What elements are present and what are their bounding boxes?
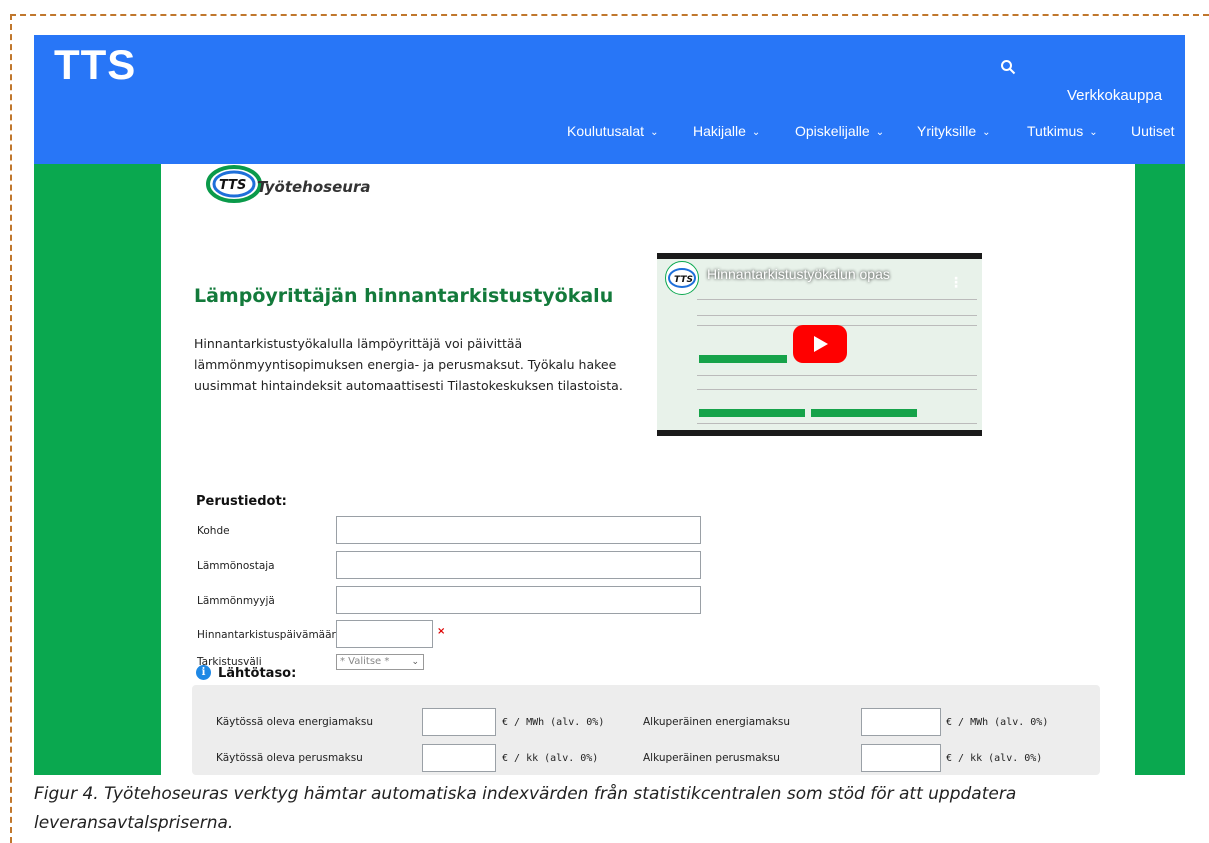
video-title[interactable]: Hinnantarkistustyökalun opas: [707, 266, 890, 282]
unit-label: € / kk (alv. 0%): [502, 753, 599, 764]
nav-label: Opiskelijalle: [795, 123, 870, 139]
nav-item-hakijalle[interactable]: Hakijalle ⌄: [693, 123, 760, 139]
kohde-input[interactable]: [336, 516, 701, 544]
chevron-down-icon: ⌄: [751, 127, 761, 138]
nav-item-opiskelijalle[interactable]: Opiskelijalle ⌄: [795, 123, 884, 139]
video-embed[interactable]: TTS Hinnantarkistustyökalun opas ⋮: [657, 253, 982, 436]
tarkistusvali-select[interactable]: * Valitse * ⌄: [336, 654, 424, 670]
website-screenshot: TTS Verkkokauppa Koulutusalat ⌄ Hakijalle…: [34, 35, 1185, 775]
nav-label: Koulutusalat: [567, 123, 645, 139]
main-nav: Koulutusalat ⌄ Hakijalle ⌄ Opiskelijalle ⌄ …: [34, 123, 1185, 143]
chevron-down-icon: ⌄: [650, 127, 659, 138]
page-content: TTS Työtehoseura Lämpöyrittäjän hinnanta…: [161, 164, 1135, 775]
info-icon[interactable]: i: [196, 665, 211, 680]
chevron-down-icon: ⌄: [875, 127, 885, 138]
chevron-down-icon: ⌄: [411, 657, 419, 667]
unit-label: € / MWh (alv. 0%): [946, 717, 1049, 728]
shop-link[interactable]: Verkkokauppa: [1067, 87, 1162, 104]
current-base-fee-input[interactable]: [422, 744, 496, 772]
unit-label: € / kk (alv. 0%): [946, 753, 1043, 764]
nav-item-uutiset[interactable]: Uutiset: [1131, 123, 1175, 139]
site-logo[interactable]: TTS: [54, 41, 136, 89]
original-energy-fee-input[interactable]: [861, 708, 941, 736]
original-base-fee-input[interactable]: [861, 744, 941, 772]
nav-label: Yrityksille: [917, 123, 977, 139]
unit-label: € / MWh (alv. 0%): [502, 717, 605, 728]
baseline-label: Alkuperäinen energiamaksu: [643, 716, 791, 728]
intro-text: Hinnantarkistustyökalulla lämpöyrittäjä …: [194, 336, 623, 393]
baseline-heading: Lähtötaso:: [218, 666, 297, 681]
select-value: * Valitse *: [340, 656, 390, 667]
baseline-panel: Käytössä oleva energiamaksu € / MWh (alv…: [192, 685, 1100, 775]
basic-info-heading: Perustiedot:: [196, 494, 287, 509]
field-label-date: Hinnantarkistuspäivämäärä: [197, 629, 343, 641]
lammonmyyja-input[interactable]: [336, 586, 701, 614]
chevron-down-icon: ⌄: [982, 127, 991, 138]
required-mark: ×: [437, 626, 446, 637]
figure-caption: Figur 4. Työtehoseuras verktyg hämtar au…: [34, 784, 1017, 833]
more-vert-icon[interactable]: ⋮: [949, 275, 963, 291]
lammonostaja-input[interactable]: [336, 551, 701, 579]
nav-item-koulutusalat[interactable]: Koulutusalat ⌄: [567, 123, 658, 139]
nav-label: Uutiset: [1131, 123, 1175, 139]
field-label-kohde: Kohde: [197, 525, 230, 537]
baseline-label: Käytössä oleva perusmaksu: [216, 752, 363, 764]
channel-logo[interactable]: TTS: [665, 261, 699, 295]
page-title: Lämpöyrittäjän hinnantarkistustyökalu: [194, 285, 614, 307]
date-input[interactable]: [336, 620, 433, 648]
brand-name: Työtehoseura: [257, 178, 371, 196]
field-label-lammonostaja: Lämmönostaja: [197, 560, 275, 572]
field-label-lammonmyyja: Lämmönmyyjä: [197, 595, 275, 607]
search-icon[interactable]: [1000, 59, 1016, 75]
baseline-label: Alkuperäinen perusmaksu: [643, 752, 780, 764]
nav-label: Hakijalle: [693, 123, 746, 139]
nav-item-yrityksille[interactable]: Yrityksille ⌄: [917, 123, 991, 139]
youtube-play-icon[interactable]: [793, 325, 847, 363]
nav-label: Tutkimus: [1027, 123, 1084, 139]
current-energy-fee-input[interactable]: [422, 708, 496, 736]
channel-logo-text: TTS: [674, 275, 693, 285]
chevron-down-icon: ⌄: [1089, 127, 1098, 138]
site-header: TTS Verkkokauppa Koulutusalat ⌄ Hakijalle…: [34, 35, 1185, 164]
nav-item-tutkimus[interactable]: Tutkimus ⌄: [1027, 123, 1098, 139]
brand-logo-text: TTS: [219, 178, 246, 193]
baseline-label: Käytössä oleva energiamaksu: [216, 716, 373, 728]
